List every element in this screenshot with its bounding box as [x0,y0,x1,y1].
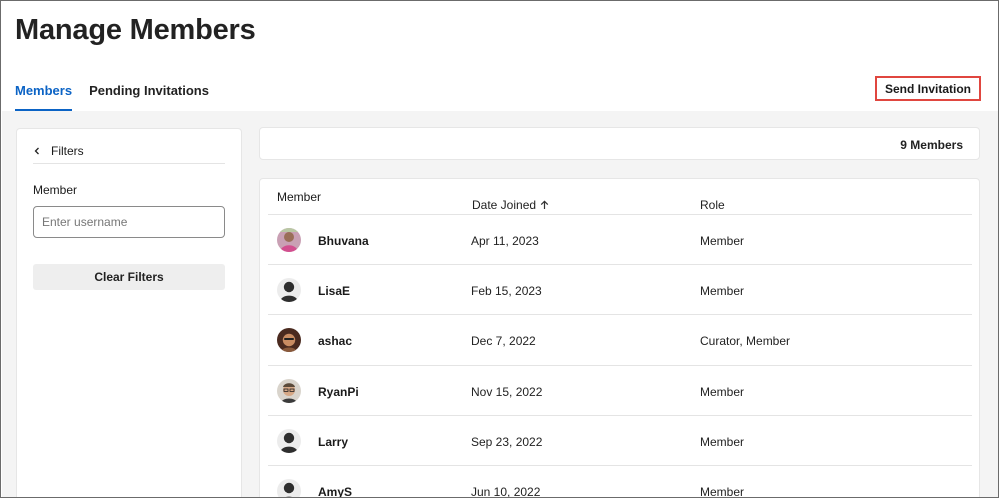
avatar[interactable] [277,428,301,453]
member-name[interactable]: ashac [318,334,352,348]
username-input[interactable] [33,206,225,238]
table-row[interactable]: RyanPi Nov 15, 2022 Member [268,366,972,416]
avatar[interactable] [277,378,301,403]
member-role: Curator, Member [700,334,791,349]
send-invitation-button[interactable]: Send Invitation [875,76,981,101]
clear-filters-button[interactable]: Clear Filters [33,264,225,290]
table-row[interactable]: Larry Sep 23, 2022 Member [268,416,972,466]
date-joined: Nov 15, 2022 [471,384,543,399]
date-joined: Dec 7, 2022 [471,334,536,349]
member-name[interactable]: LisaE [318,284,350,298]
date-joined: Jun 10, 2022 [471,484,541,498]
member-name[interactable]: RyanPi [318,385,359,399]
sort-arrow-up-icon [540,200,549,209]
date-joined: Apr 11, 2023 [471,234,539,248]
table-row[interactable]: LisaE Feb 15, 2023 Member [268,265,972,316]
table-row[interactable]: AmyS Jun 10, 2022 Member [268,466,972,498]
member-count: 9 Members [900,138,963,152]
table-body: Bhuvana Apr 11, 2023 Member LisaE Feb 15… [268,215,972,498]
avatar[interactable] [277,478,301,497]
column-header-member[interactable]: Member [277,190,321,204]
content-area: Filters Member Clear Filters 9 Members M… [2,111,998,498]
member-role: Member [700,384,745,399]
member-role: Member [700,484,745,498]
tab-bar: Members Pending Invitations [15,79,209,111]
member-filter-label: Member [33,183,78,197]
chevron-left-icon [34,147,39,155]
table-row[interactable]: Bhuvana Apr 11, 2023 Member [268,215,972,266]
avatar[interactable] [277,278,301,303]
member-name[interactable]: Bhuvana [318,234,369,248]
member-name[interactable]: AmyS [318,485,352,497]
date-joined: Sep 23, 2022 [471,434,543,449]
member-role: Member [700,234,745,248]
table-header: Member Date Joined Role [268,179,972,215]
avatar[interactable] [277,228,301,252]
members-table: Member Date Joined Role Bhuvana Apr 11, … [259,178,980,498]
table-row[interactable]: ashac Dec 7, 2022 Curator, Member [268,315,972,366]
member-name[interactable]: Larry [318,435,348,449]
member-role: Member [700,284,745,299]
filters-title: Filters [51,144,84,158]
tab-members[interactable]: Members [15,79,73,111]
column-header-date-joined-label: Date Joined [472,198,537,212]
date-joined: Feb 15, 2023 [471,284,542,299]
filters-toggle[interactable]: Filters [33,139,225,164]
avatar[interactable] [277,328,301,353]
member-role: Member [700,434,745,449]
manage-members-page: Manage Members Members Pending Invitatio… [0,0,999,498]
tab-pending-invitations[interactable]: Pending Invitations [89,79,209,111]
page-title: Manage Members [15,14,256,46]
filters-panel: Filters Member Clear Filters [16,128,242,497]
column-header-date-joined[interactable]: Date Joined [472,198,549,212]
member-count-bar: 9 Members [259,127,980,160]
column-header-role[interactable]: Role [700,198,725,212]
